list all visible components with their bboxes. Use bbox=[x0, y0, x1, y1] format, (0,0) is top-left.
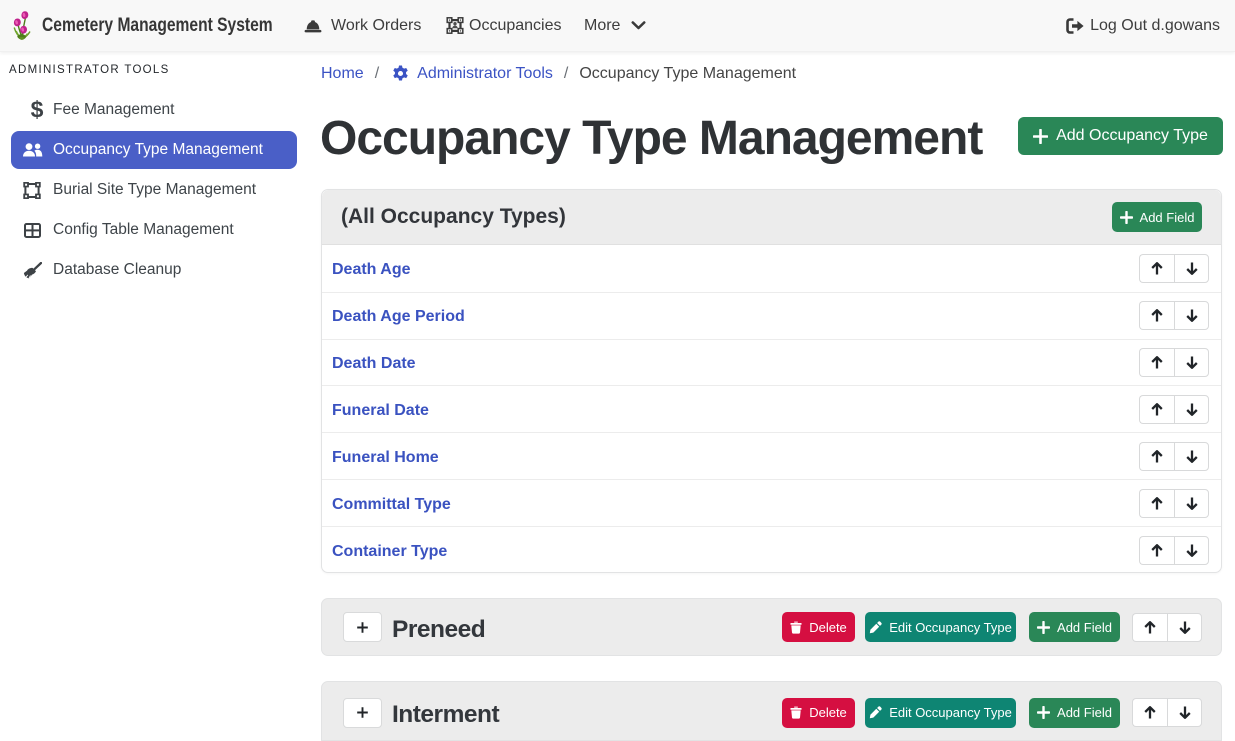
svg-text:$: $ bbox=[30, 100, 43, 121]
